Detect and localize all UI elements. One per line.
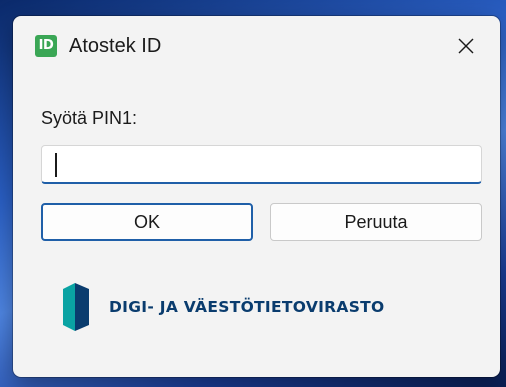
desktop-background: ID Atostek ID Syötä PIN1: OK Peruuta DIG…	[0, 0, 506, 387]
cancel-button[interactable]: Peruuta	[270, 203, 482, 241]
text-caret	[55, 153, 57, 177]
dvv-logo-icon	[63, 283, 89, 331]
ok-button[interactable]: OK	[41, 203, 253, 241]
close-button[interactable]	[445, 28, 487, 64]
pin-dialog: ID Atostek ID Syötä PIN1: OK Peruuta DIG…	[13, 16, 500, 377]
dvv-logo-text: DIGI- JA VÄESTÖTIETOVIRASTO	[109, 298, 385, 316]
dvv-logo: DIGI- JA VÄESTÖTIETOVIRASTO	[59, 281, 385, 333]
pin-prompt-label: Syötä PIN1:	[41, 108, 138, 128]
pin-input[interactable]	[41, 145, 482, 184]
window-title: Atostek ID	[69, 35, 162, 57]
title-bar: ID Atostek ID	[13, 16, 500, 76]
close-icon	[458, 38, 474, 54]
app-id-icon: ID	[35, 35, 57, 57]
